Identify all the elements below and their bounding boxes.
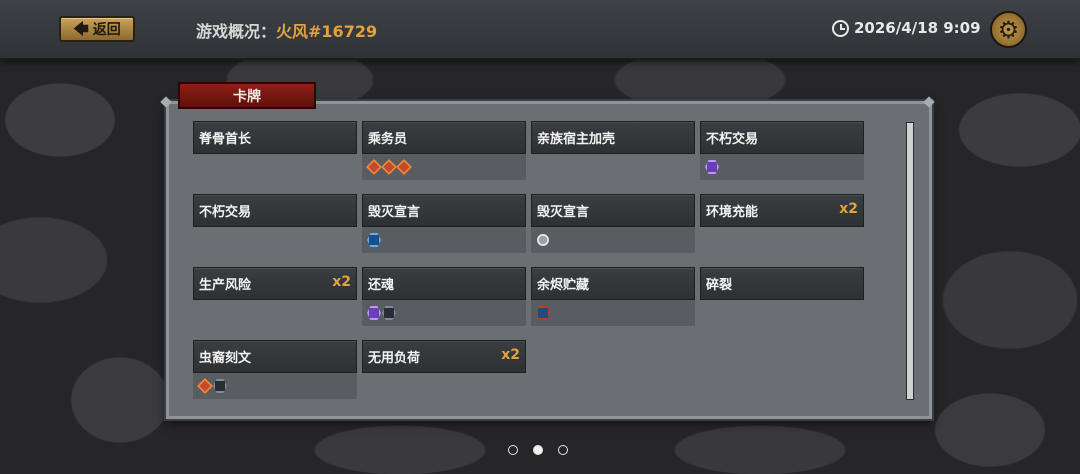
card-count: x2 bbox=[501, 347, 520, 363]
tab-cards[interactable]: 卡牌 bbox=[178, 82, 316, 109]
card-tags bbox=[700, 154, 864, 180]
page-indicator bbox=[508, 445, 568, 455]
card-item[interactable]: 无用负荷 x2 bbox=[362, 340, 526, 373]
back-button-label: 返回 bbox=[92, 22, 121, 38]
card-name: 不朽交易 bbox=[199, 205, 252, 220]
arrow-left-icon: 🡄 bbox=[73, 19, 89, 38]
card-tags bbox=[362, 300, 526, 326]
card-item[interactable]: 不朽交易 bbox=[193, 194, 357, 227]
card-name: 无用负荷 bbox=[368, 351, 421, 366]
card-name: 脊骨首长 bbox=[199, 132, 252, 147]
card-item[interactable]: 亲族宿主加壳 bbox=[531, 121, 695, 154]
red-gem-icon bbox=[197, 378, 213, 394]
gear-icon: ⚙ bbox=[997, 15, 1020, 44]
card-item[interactable]: 还魂 bbox=[362, 267, 526, 300]
card-tags bbox=[531, 227, 695, 253]
card-name: 毁灭宣言 bbox=[537, 205, 590, 220]
dark-gem-icon bbox=[382, 306, 396, 320]
purple-gem-icon bbox=[705, 160, 719, 174]
card-item[interactable]: 生产风险 x2 bbox=[193, 267, 357, 300]
card-item[interactable]: 脊骨首长 bbox=[193, 121, 357, 154]
page-dot[interactable] bbox=[558, 445, 568, 455]
card-name: 亲族宿主加壳 bbox=[537, 132, 616, 147]
card-name: 不朽交易 bbox=[706, 132, 759, 147]
page-dot[interactable] bbox=[533, 445, 543, 455]
card-tags bbox=[362, 227, 526, 253]
card-item[interactable]: 余烬贮藏 bbox=[531, 267, 695, 300]
card-item[interactable]: 毁灭宣言 bbox=[531, 194, 695, 227]
card-count: x2 bbox=[839, 201, 858, 217]
card-name: 余烬贮藏 bbox=[537, 278, 590, 293]
card-tags bbox=[531, 300, 695, 326]
player-name: 火风#16729 bbox=[276, 22, 378, 41]
card-name: 虫裔刻文 bbox=[199, 351, 252, 366]
card-item[interactable]: 环境充能 x2 bbox=[700, 194, 864, 227]
page-title: 游戏概况：火风#16729 bbox=[196, 18, 377, 42]
back-button[interactable]: 🡄 返回 bbox=[59, 16, 135, 42]
white-gem-icon bbox=[537, 234, 549, 246]
card-name: 还魂 bbox=[368, 278, 395, 293]
card-name: 毁灭宣言 bbox=[368, 205, 421, 220]
top-bar: 🡄 返回 游戏概况：火风#16729 2026/4/18 9:09 ⚙ bbox=[0, 0, 1080, 60]
title-prefix: 游戏概况： bbox=[196, 22, 277, 41]
red-gem-icon bbox=[381, 159, 397, 175]
dark-gem-icon bbox=[213, 379, 227, 393]
card-count: x2 bbox=[332, 274, 351, 290]
card-name: 乘务员 bbox=[368, 132, 408, 147]
page-dot[interactable] bbox=[508, 445, 518, 455]
card-item[interactable]: 虫裔刻文 bbox=[193, 340, 357, 373]
card-item[interactable]: 碎裂 bbox=[700, 267, 864, 300]
card-item[interactable]: 毁灭宣言 bbox=[362, 194, 526, 227]
card-name: 碎裂 bbox=[706, 278, 733, 293]
card-name: 生产风险 bbox=[199, 278, 252, 293]
datetime-text: 2026/4/18 9:09 bbox=[854, 19, 981, 37]
purple-gem-icon bbox=[367, 306, 381, 320]
card-item[interactable]: 不朽交易 bbox=[700, 121, 864, 154]
card-item[interactable]: 乘务员 bbox=[362, 121, 526, 154]
settings-button[interactable]: ⚙ bbox=[990, 11, 1027, 48]
datetime-display: 2026/4/18 9:09 bbox=[832, 19, 981, 37]
panel-scrollbar[interactable] bbox=[906, 122, 914, 400]
redblue-gem-icon bbox=[536, 306, 550, 320]
blue-gem-icon bbox=[367, 233, 381, 247]
clock-icon bbox=[832, 19, 849, 37]
card-tags bbox=[362, 154, 526, 180]
tab-cards-label: 卡牌 bbox=[233, 88, 261, 105]
card-tags bbox=[193, 373, 357, 399]
red-gem-icon bbox=[396, 159, 412, 175]
red-gem-icon bbox=[366, 159, 382, 175]
card-name: 环境充能 bbox=[706, 205, 759, 220]
